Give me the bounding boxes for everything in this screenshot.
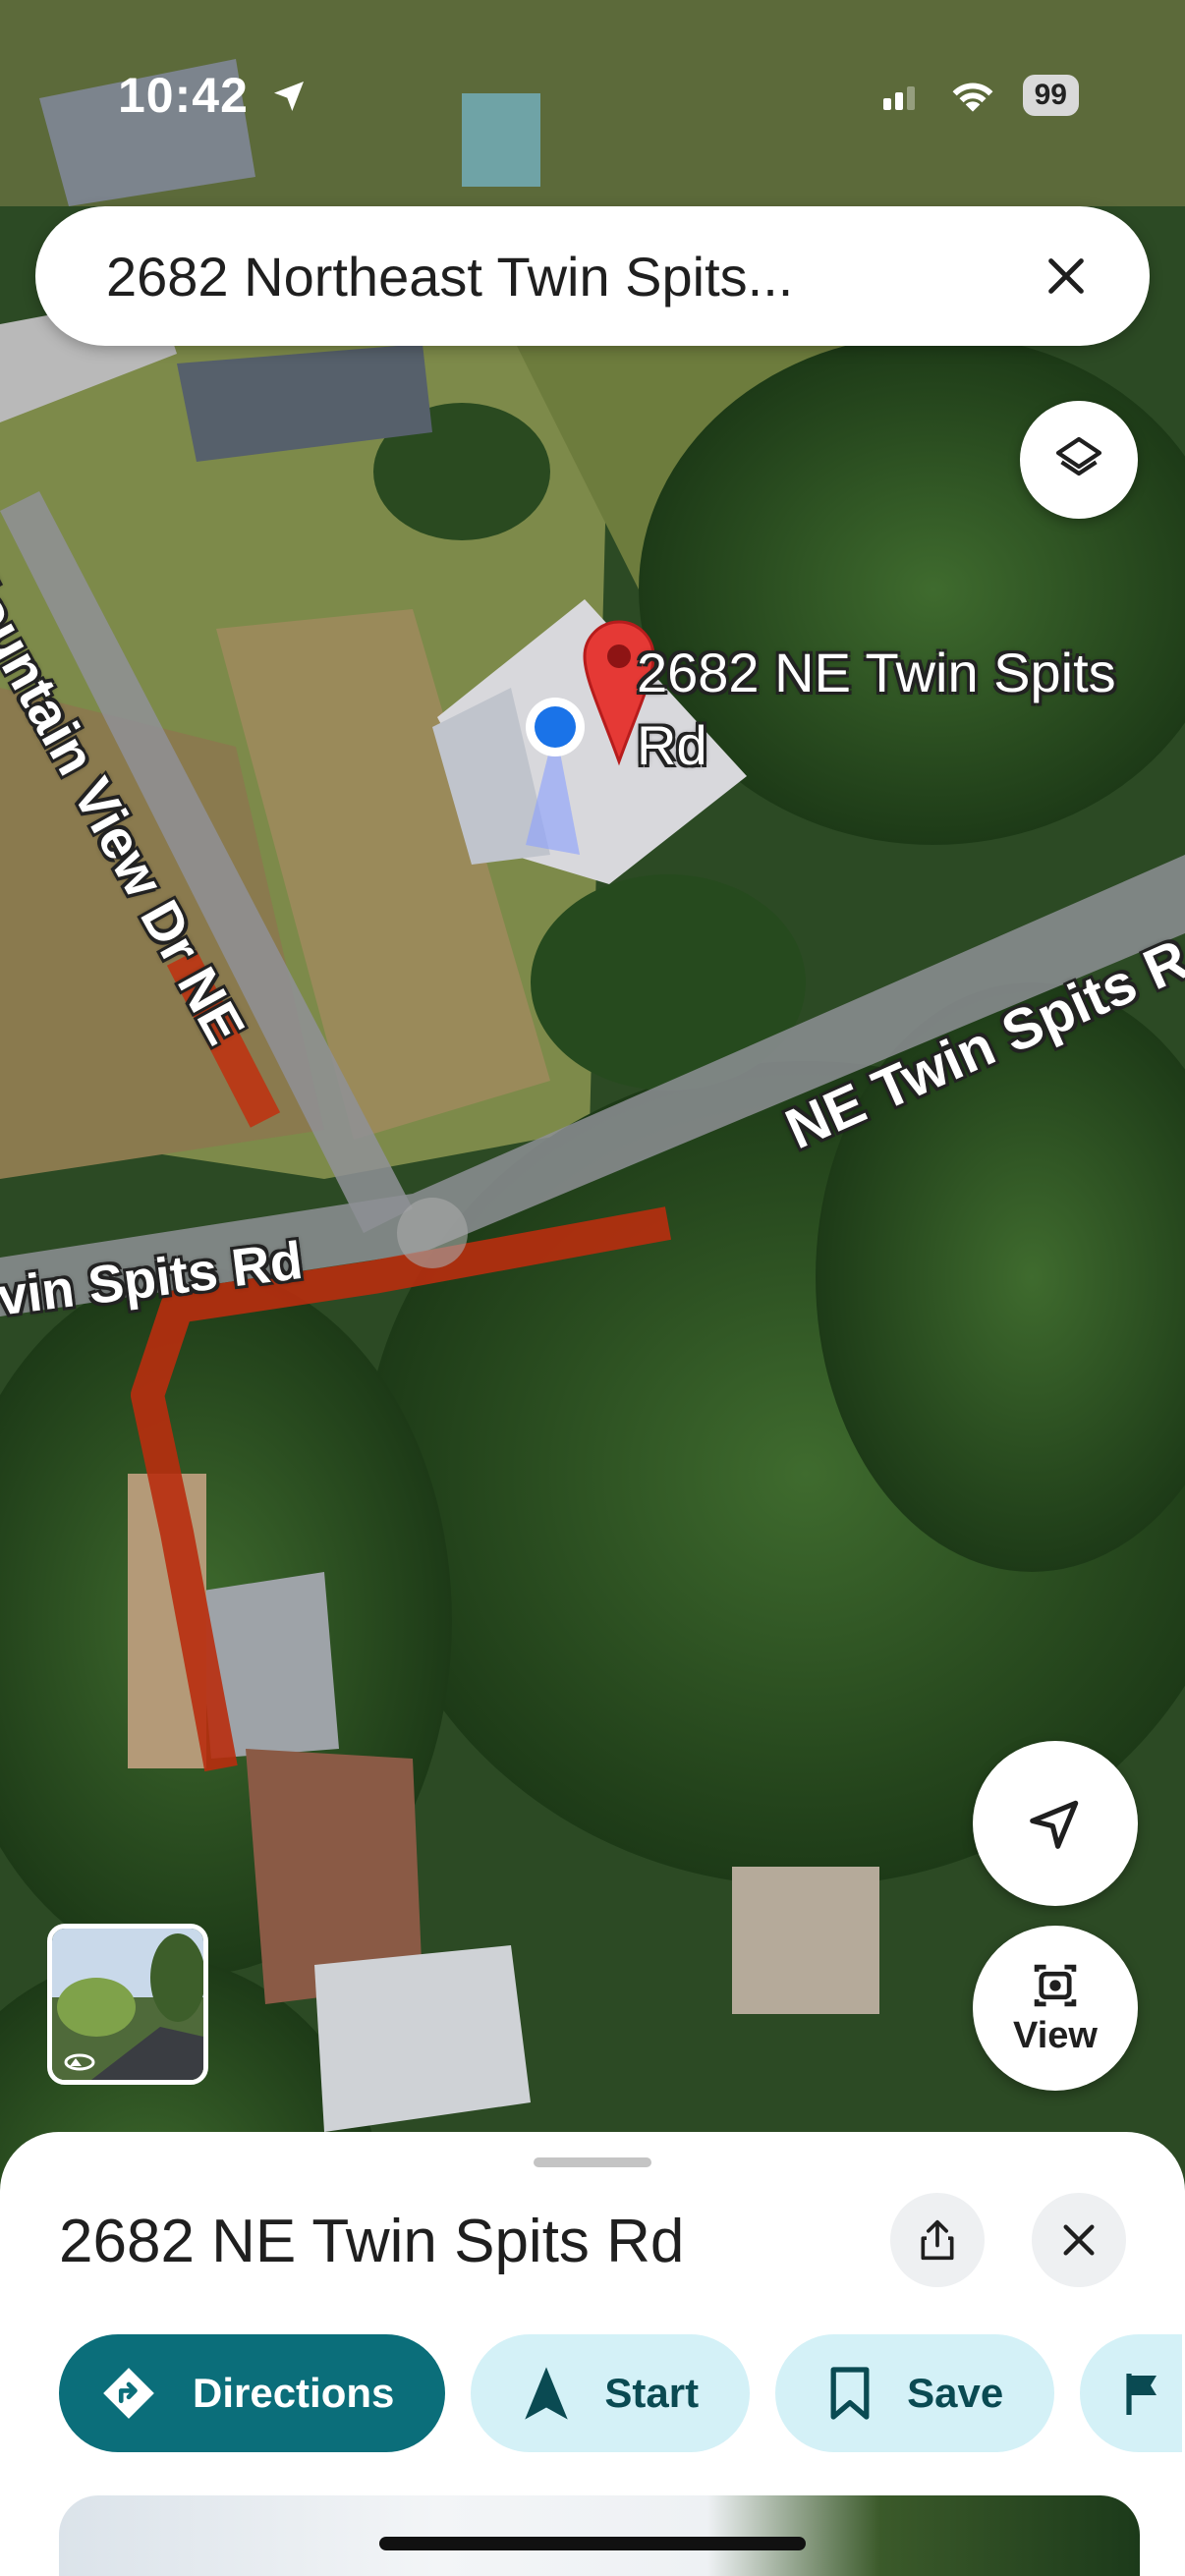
start-icon (525, 2367, 569, 2420)
directions-icon (103, 2368, 154, 2419)
share-icon (921, 2219, 954, 2261)
start-label: Start (604, 2370, 700, 2416)
place-bottom-sheet[interactable]: 2682 NE Twin Spits Rd Directions Start S… (0, 2132, 1185, 2576)
status-time: 10:42 (118, 67, 309, 124)
search-query[interactable]: 2682 Northeast Twin Spits... (106, 245, 1032, 308)
home-indicator[interactable] (379, 2537, 806, 2550)
street-view-button[interactable]: View (973, 1926, 1138, 2091)
directions-label: Directions (193, 2370, 395, 2416)
close-sheet-button[interactable] (1032, 2193, 1126, 2287)
save-button[interactable]: Save (775, 2334, 1055, 2452)
flag-icon (1126, 2374, 1157, 2415)
battery-indicator: 99 (1022, 75, 1079, 116)
start-button[interactable]: Start (471, 2334, 751, 2452)
my-location-button[interactable] (973, 1741, 1138, 1906)
save-label: Save (907, 2370, 1004, 2416)
search-bar[interactable]: 2682 Northeast Twin Spits... (35, 206, 1150, 346)
bookmark-icon (830, 2367, 870, 2420)
close-icon (1063, 2224, 1095, 2256)
place-title: 2682 NE Twin Spits Rd (59, 2208, 685, 2275)
street-view-image (52, 1929, 203, 2080)
place-photos[interactable] (59, 2495, 1140, 2576)
wifi-icon (952, 83, 993, 112)
layers-button[interactable] (1020, 401, 1138, 519)
sheet-drag-handle[interactable] (534, 2157, 651, 2167)
more-actions-chip[interactable] (1080, 2334, 1183, 2452)
search-clear-button[interactable] (1032, 242, 1100, 310)
status-indicators: 99 (881, 75, 1079, 116)
close-icon (1048, 258, 1084, 294)
share-button[interactable] (890, 2193, 985, 2287)
street-view-thumbnail[interactable] (47, 1924, 208, 2085)
view-label: View (1013, 2014, 1098, 2056)
navigation-arrow-icon (273, 82, 304, 111)
action-chips: Directions Start Save (59, 2334, 1183, 2452)
location-arrow-icon (1030, 1800, 1079, 1849)
layers-icon (1055, 436, 1102, 476)
place-label[interactable]: 2682 NE Twin Spits Rd (637, 637, 1148, 782)
cellular-signal-icon (882, 86, 915, 110)
camera-icon (1034, 1964, 1077, 2006)
directions-button[interactable]: Directions (59, 2334, 446, 2452)
